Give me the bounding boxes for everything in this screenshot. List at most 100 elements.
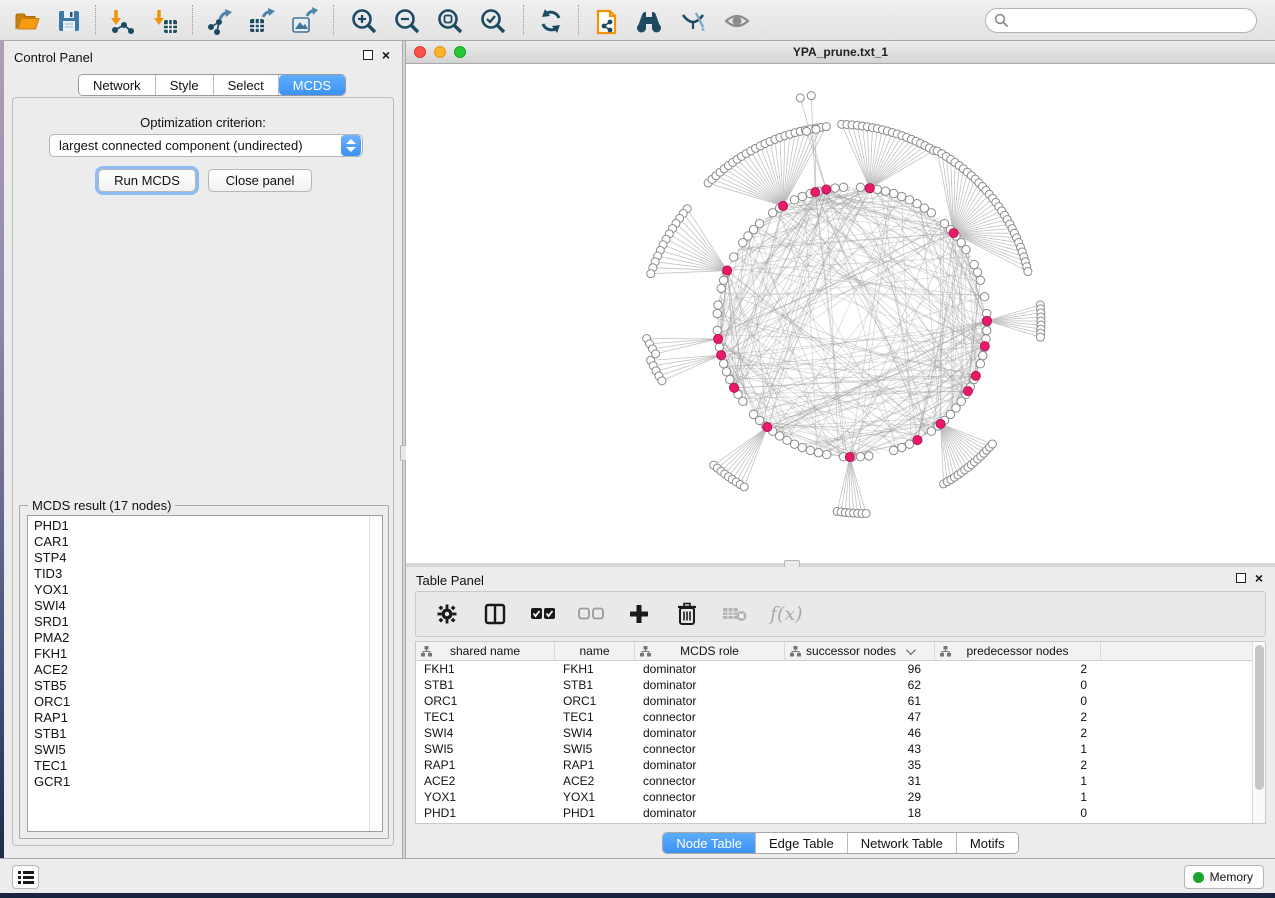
- mcds-result-group: MCDS result (17 nodes) PHD1CAR1STP4TID3Y…: [19, 505, 389, 839]
- table-row[interactable]: PHD1PHD1dominator180: [416, 805, 1252, 821]
- cell: 35: [785, 757, 935, 773]
- table-row[interactable]: SWI4SWI4dominator462: [416, 725, 1252, 741]
- mcds-result-item[interactable]: TEC1: [28, 758, 369, 774]
- zoom-in-icon[interactable]: [349, 6, 379, 36]
- open-folder-icon[interactable]: [12, 6, 42, 36]
- mcds-result-item[interactable]: SRD1: [28, 614, 369, 630]
- export-table-icon[interactable]: [246, 6, 276, 36]
- network-canvas[interactable]: [406, 64, 1275, 563]
- column-header-name[interactable]: name: [555, 642, 635, 660]
- column-header-predecessor-nodes[interactable]: predecessor nodes: [935, 642, 1101, 660]
- cell: ACE2: [555, 773, 635, 789]
- global-search[interactable]: [985, 8, 1257, 33]
- mcds-result-item[interactable]: FKH1: [28, 646, 369, 662]
- run-mcds-button[interactable]: Run MCDS: [98, 169, 196, 192]
- export-network-icon[interactable]: [204, 6, 234, 36]
- cell: 2: [935, 757, 1101, 773]
- mcds-result-item[interactable]: TID3: [28, 566, 369, 582]
- table-row[interactable]: RAP1RAP1dominator352: [416, 757, 1252, 773]
- close-panel-icon[interactable]: ×: [1255, 573, 1263, 583]
- mcds-list-scrollbar[interactable]: [369, 516, 382, 831]
- column-header-shared-name[interactable]: shared name: [416, 642, 555, 660]
- scrollbar-thumb[interactable]: [1255, 645, 1264, 790]
- table-toolbar: f(x): [415, 591, 1266, 637]
- cell: 31: [785, 773, 935, 789]
- mcds-result-item[interactable]: STB1: [28, 726, 369, 742]
- tab-mcds[interactable]: MCDS: [279, 75, 345, 95]
- table-row[interactable]: YOX1YOX1connector291: [416, 789, 1252, 805]
- visual-properties-icon[interactable]: [678, 6, 708, 36]
- cell: 1: [935, 789, 1101, 805]
- deselect-all-icon[interactable]: [578, 601, 604, 627]
- task-history-button[interactable]: [12, 865, 39, 889]
- cell: SWI5: [555, 741, 635, 757]
- tab-motifs[interactable]: Motifs: [957, 833, 1018, 853]
- mcds-result-item[interactable]: PMA2: [28, 630, 369, 646]
- column-label: shared name: [450, 644, 520, 658]
- network-window-titlebar[interactable]: YPA_prune.txt_1: [406, 41, 1275, 64]
- select-all-icon[interactable]: [530, 601, 556, 627]
- table-settings-gear-icon[interactable]: [434, 601, 460, 627]
- mcds-result-item[interactable]: SWI4: [28, 598, 369, 614]
- mcds-result-item[interactable]: GCR1: [28, 774, 369, 790]
- tab-style[interactable]: Style: [156, 75, 214, 95]
- mcds-result-item[interactable]: SWI5: [28, 742, 369, 758]
- close-panel-button[interactable]: Close panel: [208, 169, 312, 192]
- node-table[interactable]: shared name nameMCDS rolesuccessor nodesp…: [415, 641, 1266, 824]
- tab-node-table[interactable]: Node Table: [663, 833, 756, 853]
- mcds-result-item[interactable]: YOX1: [28, 582, 369, 598]
- column-header-successor-nodes[interactable]: successor nodes: [785, 642, 935, 660]
- zoom-out-icon[interactable]: [392, 6, 422, 36]
- table-row[interactable]: ACE2ACE2connector311: [416, 773, 1252, 789]
- tab-network[interactable]: Network: [79, 75, 156, 95]
- tab-network-table[interactable]: Network Table: [848, 833, 957, 853]
- delete-column-icon[interactable]: [674, 601, 700, 627]
- refresh-icon[interactable]: [536, 6, 566, 36]
- float-panel-icon[interactable]: [1236, 573, 1246, 583]
- memory-button[interactable]: Memory: [1184, 865, 1264, 889]
- cell: dominator: [635, 757, 785, 773]
- search-input[interactable]: [1009, 13, 1256, 28]
- mcds-result-list[interactable]: PHD1CAR1STP4TID3YOX1SWI4SRD1PMA2FKH1ACE2…: [27, 515, 383, 832]
- cell: 2: [935, 709, 1101, 725]
- cell: 1: [935, 773, 1101, 789]
- close-panel-icon[interactable]: ×: [382, 50, 390, 60]
- export-image-icon[interactable]: [289, 6, 319, 36]
- float-panel-icon[interactable]: [363, 50, 373, 60]
- import-table-icon[interactable]: [150, 6, 180, 36]
- delete-table-icon: [722, 601, 748, 627]
- mcds-result-item[interactable]: ORC1: [28, 694, 369, 710]
- optimization-criterion-label: Optimization criterion:: [13, 115, 393, 130]
- tab-select[interactable]: Select: [214, 75, 279, 95]
- table-scrollbar[interactable]: [1252, 642, 1265, 823]
- table-row[interactable]: FKH1FKH1dominator962: [416, 661, 1252, 677]
- table-row[interactable]: SWI5SWI5connector431: [416, 741, 1252, 757]
- zoom-fit-icon[interactable]: [435, 6, 465, 36]
- eye-icon[interactable]: [722, 6, 752, 36]
- cell: dominator: [635, 805, 785, 821]
- save-icon[interactable]: [54, 6, 84, 36]
- optimization-criterion-select[interactable]: largest connected component (undirected): [49, 134, 363, 157]
- mcds-result-item[interactable]: CAR1: [28, 534, 369, 550]
- mcds-result-item[interactable]: STP4: [28, 550, 369, 566]
- cell: STB1: [416, 677, 555, 693]
- table-row[interactable]: ORC1ORC1dominator610: [416, 693, 1252, 709]
- cell: 29: [785, 789, 935, 805]
- tab-edge-table[interactable]: Edge Table: [756, 833, 848, 853]
- table-row[interactable]: STB1STB1dominator620: [416, 677, 1252, 693]
- search-network-icon[interactable]: [633, 6, 663, 36]
- mcds-result-item[interactable]: RAP1: [28, 710, 369, 726]
- zoom-selected-icon[interactable]: [478, 6, 508, 36]
- table-row[interactable]: TEC1TEC1connector472: [416, 709, 1252, 725]
- add-column-icon[interactable]: [626, 601, 652, 627]
- import-network-icon[interactable]: [106, 6, 136, 36]
- select-stepper-icon: [341, 135, 361, 156]
- control-panel-tabs: NetworkStyleSelectMCDS: [78, 74, 346, 96]
- column-header-MCDS-role[interactable]: MCDS role: [635, 642, 785, 660]
- show-columns-icon[interactable]: [482, 601, 508, 627]
- network-file-icon[interactable]: [591, 6, 621, 36]
- mcds-result-item[interactable]: ACE2: [28, 662, 369, 678]
- mcds-result-item[interactable]: STB5: [28, 678, 369, 694]
- cell: 2: [935, 661, 1101, 677]
- mcds-result-item[interactable]: PHD1: [28, 518, 369, 534]
